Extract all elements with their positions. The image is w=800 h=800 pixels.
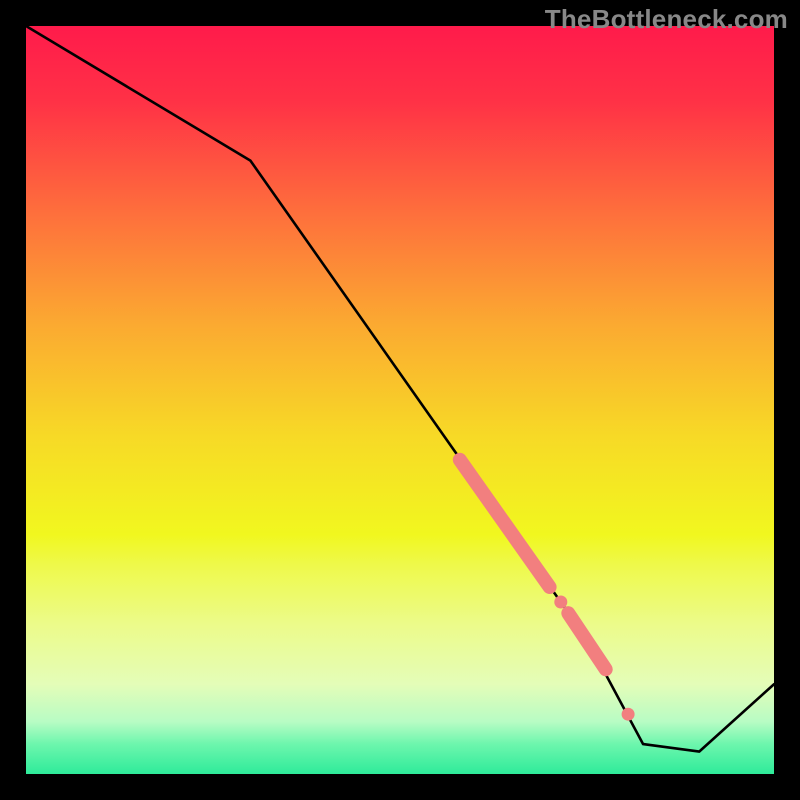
chart-plot: [26, 26, 774, 774]
highlight-dot-1: [554, 596, 567, 609]
heat-background: [26, 26, 774, 774]
highlight-dot-2: [622, 708, 635, 721]
chart-frame: TheBottleneck.com: [0, 0, 800, 800]
watermark-label: TheBottleneck.com: [545, 4, 788, 35]
